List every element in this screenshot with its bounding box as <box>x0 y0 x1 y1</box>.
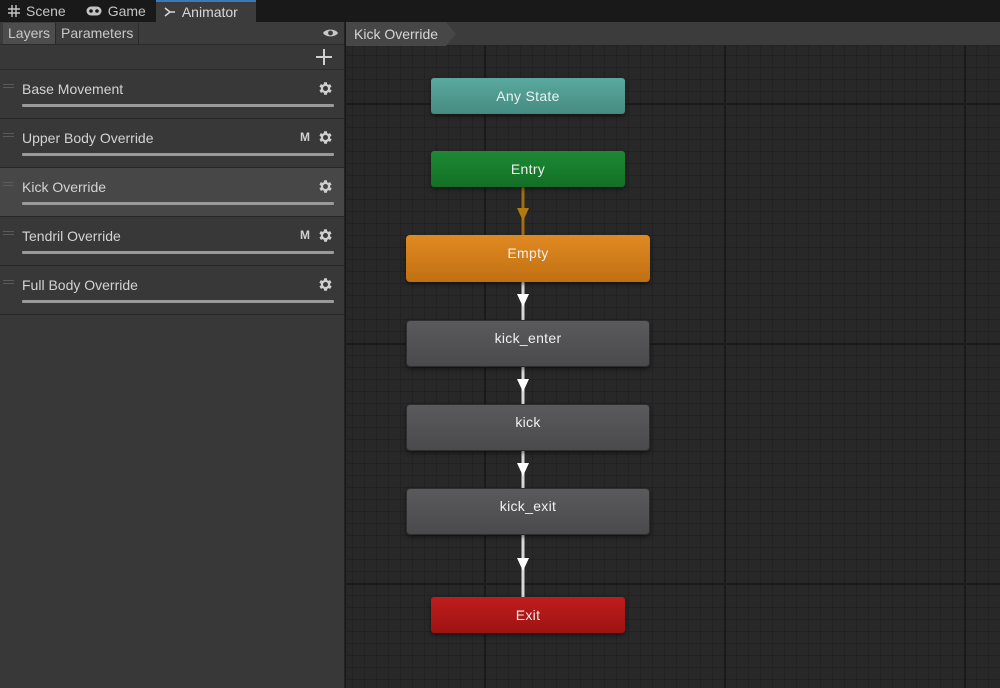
drag-handle-icon[interactable] <box>3 231 14 235</box>
state-machine-graph[interactable]: Kick Override Any State Entry Empty kick… <box>346 22 1000 688</box>
layer-name: Base Movement <box>22 81 124 97</box>
eye-icon[interactable] <box>322 26 339 42</box>
subtab-layers[interactable]: Layers <box>3 22 57 44</box>
subtab-parameters[interactable]: Parameters <box>56 22 140 44</box>
editor-tab-bar: Scene Game Animator <box>0 0 1000 22</box>
grid-hash-icon <box>8 5 20 17</box>
add-layer-icon[interactable] <box>316 49 332 65</box>
tab-scene[interactable]: Scene <box>0 0 76 22</box>
layer-name: Full Body Override <box>22 277 138 293</box>
layer-tendril-override[interactable]: Tendril Override M <box>0 217 344 266</box>
arrow-head-icon <box>517 294 529 307</box>
layer-full-body-override[interactable]: Full Body Override <box>0 266 344 315</box>
layers-toolbar: Layers Parameters <box>0 22 344 45</box>
node-label: kick <box>515 413 541 430</box>
layer-weight-bar[interactable] <box>22 202 334 205</box>
arrow-head-icon <box>517 558 529 571</box>
gear-icon[interactable] <box>317 276 334 293</box>
node-exit[interactable]: Exit <box>431 597 625 633</box>
gear-icon[interactable] <box>317 129 334 146</box>
drag-handle-icon[interactable] <box>3 84 14 88</box>
gear-icon[interactable] <box>317 178 334 195</box>
layer-weight-bar[interactable] <box>22 300 334 303</box>
arrow-head-icon <box>517 379 529 392</box>
tab-scene-label: Scene <box>26 3 66 19</box>
node-label: Any State <box>496 88 560 104</box>
layer-name: Tendril Override <box>22 228 121 244</box>
node-label: kick_enter <box>494 329 562 346</box>
tab-game[interactable]: Game <box>78 0 156 22</box>
gear-icon[interactable] <box>317 227 334 244</box>
layer-kick-override[interactable]: Kick Override <box>0 168 344 217</box>
node-label: Entry <box>510 161 546 177</box>
node-kick-enter[interactable]: kick_enter <box>406 320 650 367</box>
node-entry[interactable]: Entry <box>431 151 625 187</box>
gamepad-icon <box>86 6 102 16</box>
layers-panel: Layers Parameters Base Movement Upper Bo… <box>0 22 345 688</box>
drag-handle-icon[interactable] <box>3 182 14 186</box>
layer-weight-bar[interactable] <box>22 153 334 156</box>
drag-handle-icon[interactable] <box>3 133 14 137</box>
drag-handle-icon[interactable] <box>3 280 14 284</box>
tab-animator-label: Animator <box>181 4 238 20</box>
node-label: Exit <box>515 607 541 623</box>
arrow-head-icon <box>517 208 529 221</box>
mask-flag: M <box>300 130 310 144</box>
node-any-state[interactable]: Any State <box>431 78 625 114</box>
tab-animator[interactable]: Animator <box>155 0 256 22</box>
node-kick-exit[interactable]: kick_exit <box>406 488 650 535</box>
tab-game-label: Game <box>107 3 146 19</box>
layer-weight-bar[interactable] <box>22 251 334 254</box>
node-label: kick_exit <box>499 497 557 514</box>
add-layer-row <box>0 45 344 70</box>
node-empty[interactable]: Empty <box>406 235 650 282</box>
layer-upper-body-override[interactable]: Upper Body Override M <box>0 119 344 168</box>
mask-flag: M <box>300 228 310 242</box>
layer-name: Kick Override <box>22 179 107 195</box>
arrow-head-icon <box>517 463 529 476</box>
layer-base-movement[interactable]: Base Movement <box>0 70 344 119</box>
node-kick[interactable]: kick <box>406 404 650 451</box>
layer-name: Upper Body Override <box>22 130 154 146</box>
gear-icon[interactable] <box>317 80 334 97</box>
animator-graph-icon <box>164 6 176 18</box>
layer-weight-bar[interactable] <box>22 104 334 107</box>
node-label: Empty <box>507 244 549 261</box>
